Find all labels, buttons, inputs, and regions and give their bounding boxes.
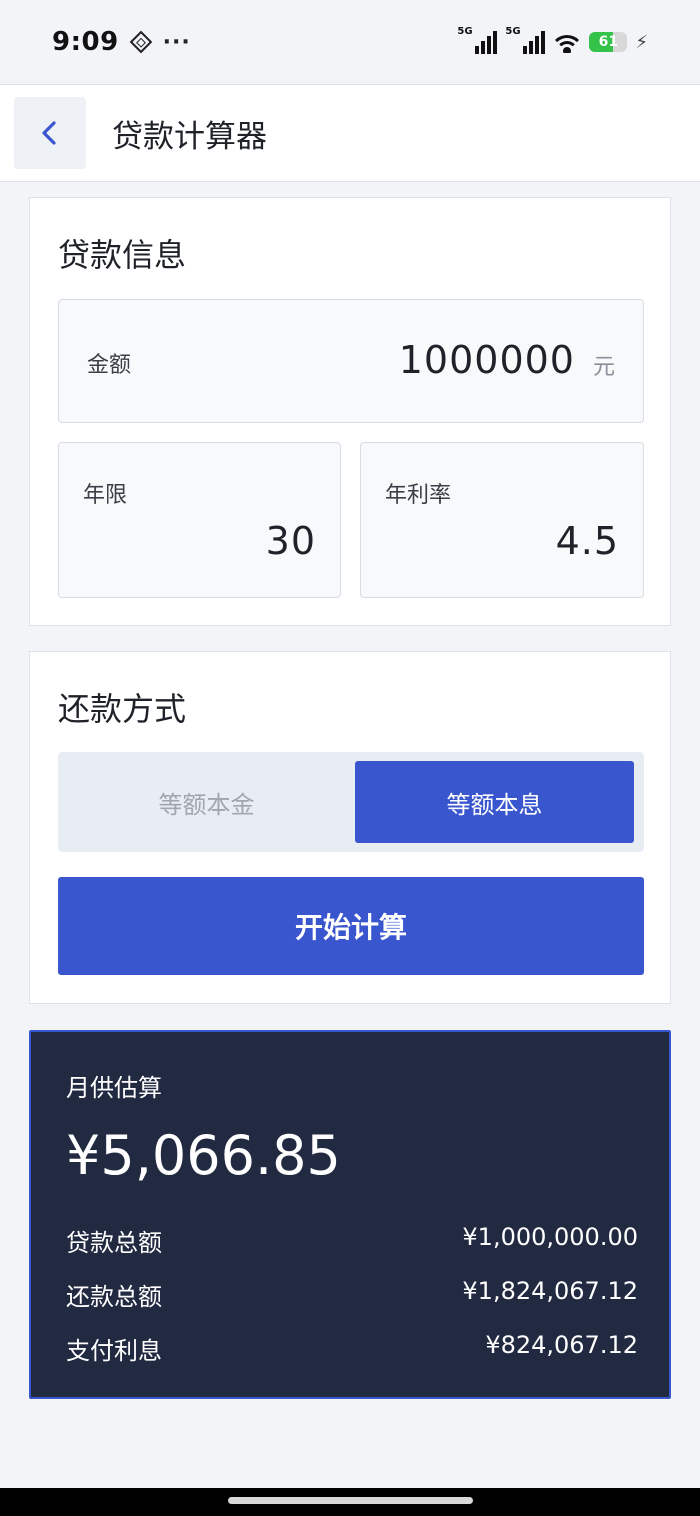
interest-paid-value: ¥824,067.12 <box>485 1331 638 1359</box>
amount-field[interactable]: 金额 1000000 元 <box>58 299 644 423</box>
more-notifications-icon: ··· <box>162 29 191 55</box>
loan-info-title: 贷款信息 <box>58 236 187 274</box>
repayment-method-toggle: 等额本金 等额本息 <box>58 752 644 852</box>
status-bar: 9:09 ··· 5G 5G 61 ⚡ <box>0 0 700 84</box>
status-time: 9:09 <box>52 27 119 57</box>
interest-paid-label: 支付利息 <box>66 1337 162 1365</box>
app-header: 贷款计算器 <box>0 84 700 182</box>
loan-info-card: 贷款信息 金额 1000000 元 年限 30 年利率 4.5 <box>29 197 671 626</box>
battery-icon: 61 <box>589 32 628 52</box>
loan-total-label: 贷款总额 <box>66 1229 162 1257</box>
app-screen: 9:09 ··· 5G 5G 61 ⚡ 贷款计算器 贷款信息 金额 100000… <box>0 0 700 1516</box>
amount-input[interactable]: 1000000 <box>399 338 575 382</box>
monthly-payment-label: 月供估算 <box>66 1074 162 1102</box>
repayment-total-value: ¥1,824,067.12 <box>462 1277 638 1305</box>
calculate-button[interactable]: 开始计算 <box>58 877 644 975</box>
signal-5g-icon-2: 5G <box>505 26 546 54</box>
loan-total-value: ¥1,000,000.00 <box>462 1223 638 1251</box>
signal-1-label: 5G <box>457 26 473 37</box>
chevron-left-icon <box>42 121 56 145</box>
repayment-total-label: 还款总额 <box>66 1283 162 1311</box>
page-title: 贷款计算器 <box>112 118 267 155</box>
repayment-method-card: 还款方式 等额本金 等额本息 开始计算 <box>29 651 671 1004</box>
years-input[interactable]: 30 <box>266 519 316 563</box>
rate-label: 年利率 <box>385 483 452 508</box>
wifi-icon <box>553 31 582 53</box>
years-label: 年限 <box>83 483 128 508</box>
back-button[interactable] <box>14 97 86 169</box>
years-field[interactable]: 年限 30 <box>58 442 341 598</box>
home-indicator[interactable] <box>228 1497 473 1504</box>
result-row: 贷款总额 ¥1,000,000.00 <box>66 1223 638 1258</box>
option-equal-principal[interactable]: 等额本金 <box>67 761 346 843</box>
status-right: 5G 5G 61 ⚡ <box>457 26 648 54</box>
notification-app-icon <box>129 30 152 54</box>
result-row: 支付利息 ¥824,067.12 <box>66 1331 638 1366</box>
status-left: 9:09 ··· <box>52 27 191 57</box>
option-equal-installment[interactable]: 等额本息 <box>355 761 634 843</box>
result-card: 月供估算 ¥5,066.85 贷款总额 ¥1,000,000.00 还款总额 ¥… <box>29 1030 671 1399</box>
battery-level: 61 <box>598 34 619 50</box>
result-row: 还款总额 ¥1,824,067.12 <box>66 1277 638 1312</box>
repayment-title: 还款方式 <box>58 690 187 728</box>
rate-input[interactable]: 4.5 <box>556 519 619 563</box>
charging-icon: ⚡ <box>635 31 648 53</box>
monthly-payment-value: ¥5,066.85 <box>66 1124 341 1187</box>
amount-unit: 元 <box>592 355 615 380</box>
signal-2-label: 5G <box>505 26 521 37</box>
rate-field[interactable]: 年利率 4.5 <box>360 442 644 598</box>
amount-label: 金额 <box>87 353 132 378</box>
signal-5g-icon-1: 5G <box>457 26 498 54</box>
